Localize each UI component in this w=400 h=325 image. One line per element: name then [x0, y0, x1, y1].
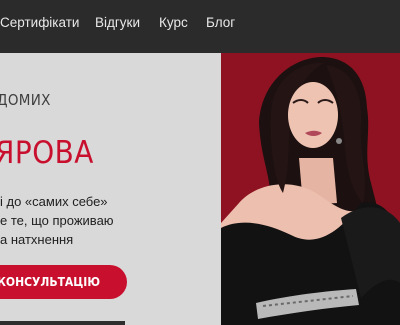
nav-item-certificates[interactable]: Сертифікати — [0, 15, 79, 31]
hero-text-panel: ДОМИХ ЯРОВА і до «самих себе» е те, що п… — [0, 53, 221, 325]
consultation-button-label: ь НА КОНСУЛЬТАЦІЮ — [0, 275, 100, 289]
hero-description-line: і до «самих себе» — [0, 194, 108, 209]
nav-item-reviews[interactable]: Відгуки — [95, 15, 140, 31]
top-navigation: Сертифікати Відгуки Курс Блог — [0, 0, 400, 53]
consultation-button[interactable]: ь НА КОНСУЛЬТАЦІЮ — [0, 265, 127, 299]
hero-description-line: е те, що проживаю — [0, 213, 114, 228]
hero-description-line: а натхнення — [0, 232, 74, 247]
hero-eyebrow: ДОМИХ — [0, 91, 51, 109]
hero-description: і до «самих себе» е те, що проживаю а на… — [0, 192, 114, 249]
nav-item-blog[interactable]: Блог — [206, 15, 235, 31]
nav-item-course[interactable]: Курс — [159, 15, 188, 31]
hero-photo — [221, 53, 400, 325]
hero-name-heading: ЯРОВА — [0, 135, 94, 171]
portrait-image — [221, 53, 400, 325]
next-section-edge — [0, 321, 125, 325]
